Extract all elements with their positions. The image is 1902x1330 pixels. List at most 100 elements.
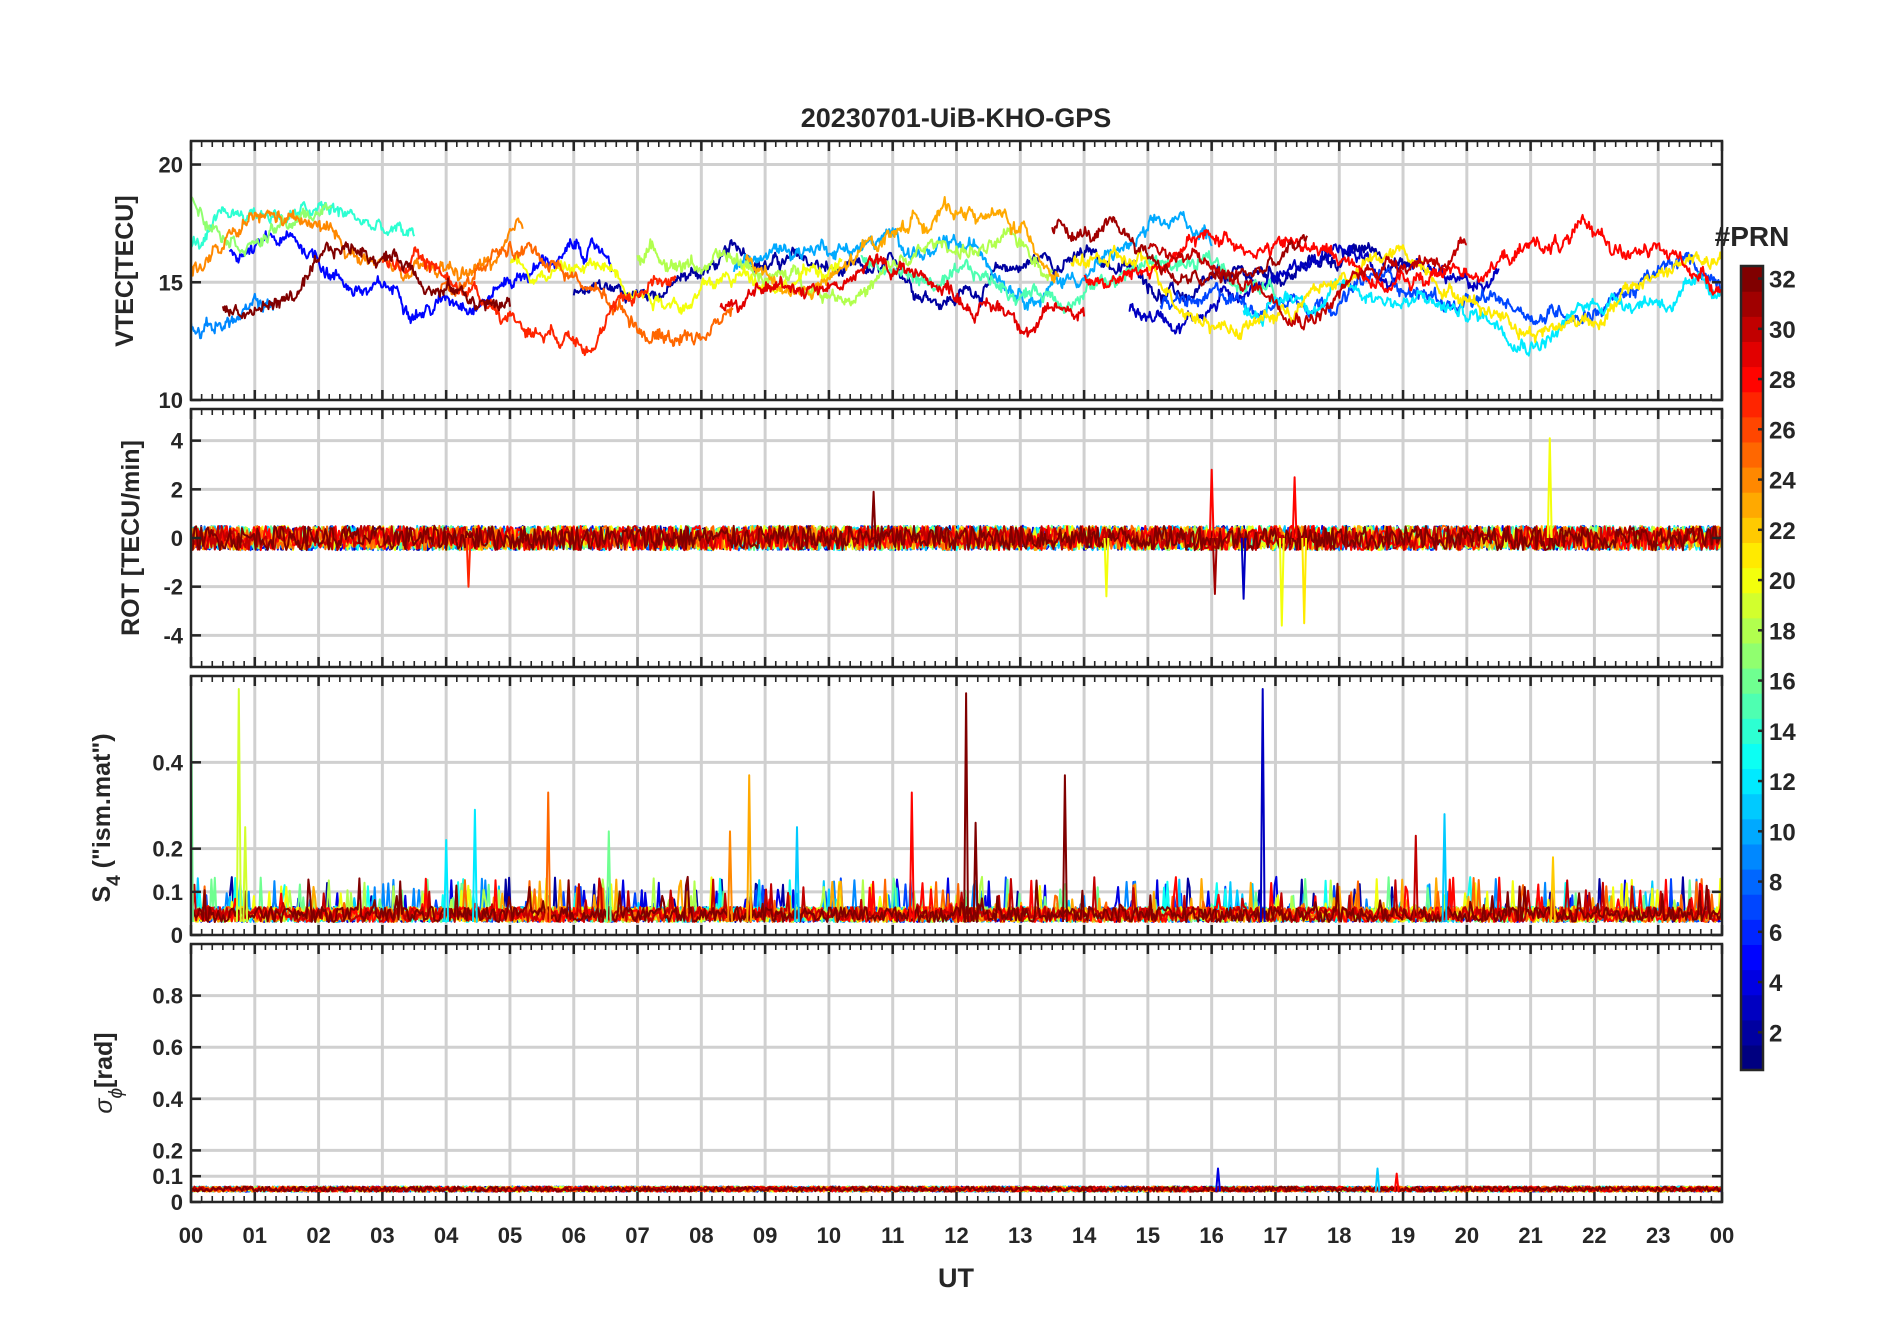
y-tick-label: 0.2	[152, 837, 183, 862]
x-tick-label: 15	[1136, 1223, 1160, 1248]
colorbar: 2468101214161820222426283032 #PRN	[1715, 221, 1796, 1072]
vtec-trace-prn-9	[191, 292, 275, 340]
x-tick-label: 23	[1646, 1223, 1670, 1248]
colorbar-tick-label: 30	[1769, 317, 1796, 344]
colorbar-tick-label: 6	[1769, 920, 1782, 947]
colorbar-tick-label: 16	[1769, 669, 1796, 696]
vtec-trace-prn-5	[228, 230, 613, 325]
vtec-trace-prn-27	[381, 246, 677, 357]
colorbar-band	[1741, 441, 1763, 468]
x-tick-label: 00	[179, 1223, 203, 1248]
panel-s4: 0 0.1 0.2 0.4 S4 ("ism.mat")	[88, 674, 1724, 948]
colorbar-band	[1741, 391, 1763, 418]
x-tick-label: 21	[1518, 1223, 1542, 1248]
x-tick-label: 19	[1391, 1223, 1415, 1248]
colorbar-band	[1741, 592, 1763, 619]
ylabel-sigma-subscript: ϕ	[106, 1088, 127, 1099]
x-tick-label: 04	[434, 1223, 459, 1248]
colorbar-band	[1741, 793, 1763, 820]
y-tick-label: 0	[171, 1190, 183, 1215]
ylabel-sigma: σϕ[rad]	[90, 1032, 127, 1113]
x-tick-label: 10	[817, 1223, 841, 1248]
s4-spike-prn-3	[1259, 688, 1266, 923]
x-tick-label: 08	[689, 1223, 713, 1248]
x-tick-label: 02	[306, 1223, 330, 1248]
x-tick-label: 11	[881, 1223, 904, 1248]
colorbar-tick-label: 2	[1769, 1020, 1782, 1047]
colorbar-bands	[1741, 266, 1763, 1071]
y-tick-label: 0	[171, 526, 183, 551]
y-tick-label: 0	[171, 923, 183, 948]
y-tick-label: 0.1	[152, 1164, 183, 1189]
ticks-sigma: 00.10.2 0.4 0.6 0.8	[152, 944, 1724, 1215]
y-tick-label: -2	[163, 575, 183, 600]
y-tick-label: 0.4	[152, 1087, 183, 1112]
y-tick-label: 2	[171, 477, 183, 502]
panel-sigma: 00.10.2 0.4 0.6 0.8 σϕ[rad]	[90, 942, 1724, 1215]
s4-spike-prn-32	[972, 821, 979, 923]
x-tick-label: 09	[753, 1223, 777, 1248]
x-tick-label: 22	[1582, 1223, 1606, 1248]
colorbar-band	[1741, 542, 1763, 569]
x-tick-label: 12	[944, 1223, 968, 1248]
colorbar-tick-label: 26	[1769, 417, 1796, 444]
colorbar-band	[1741, 341, 1763, 368]
colorbar-tick-label: 28	[1769, 367, 1796, 394]
ylabel-s4-subscript: 4	[104, 875, 125, 886]
x-tick-label: 05	[498, 1223, 522, 1248]
x-tick-label: 14	[1072, 1223, 1097, 1248]
panel-vtec: 10 15 20 VTEC[TECU]	[111, 139, 1724, 413]
colorbar-band	[1741, 291, 1763, 317]
colorbar-band	[1741, 994, 1763, 1021]
rot-spike-prn-21	[1301, 537, 1308, 625]
rot-spike-prn-20	[1278, 537, 1285, 627]
colorbar-tick-label: 20	[1769, 568, 1796, 595]
rot-spike-prn-20	[1546, 437, 1553, 539]
colorbar-tick-label: 8	[1769, 870, 1782, 897]
figure: 20230701-UiB-KHO-GPS 101520 VTEC[TECU] -…	[88, 103, 1796, 1293]
x-tick-label: 17	[1263, 1223, 1287, 1248]
x-axis-label: UT	[938, 1263, 974, 1293]
colorbar-band	[1741, 492, 1763, 518]
x-tick-label: 16	[1199, 1223, 1223, 1248]
ylabel-vtec: VTEC[TECU]	[111, 195, 139, 346]
colorbar-band	[1741, 693, 1763, 719]
ylabel-sigma-suffix: [rad]	[90, 1032, 118, 1088]
y-tick-label: -4	[163, 623, 183, 648]
y-tick-label: 0.6	[152, 1035, 183, 1060]
y-tick-label: 0.1	[152, 880, 183, 905]
colorbar-tick-label: 18	[1769, 618, 1796, 645]
colorbar-band	[1741, 743, 1763, 770]
ylabel-s4-suffix: ("ism.mat")	[88, 733, 116, 875]
vtec-trace-prn-24	[191, 209, 524, 282]
colorbar-band	[1741, 843, 1763, 870]
x-tick-label: 18	[1327, 1223, 1351, 1248]
ylabel-sigma-main: σ	[90, 1098, 118, 1114]
y-tick-label: 0.4	[152, 750, 183, 775]
s4-spike-prn-19	[235, 688, 242, 923]
x-tick-label: 13	[1008, 1223, 1032, 1248]
colorbar-band	[1741, 642, 1763, 669]
panel-rot: -4 -2 0 2 4 ROT [TECU/min]	[117, 407, 1724, 669]
colorbar-band	[1741, 1044, 1763, 1071]
x-tick-label: 00	[1710, 1223, 1734, 1248]
colorbar-tick-label: 32	[1769, 267, 1796, 294]
y-tick-label: 10	[159, 388, 183, 413]
colorbar-title: #PRN	[1715, 221, 1790, 252]
colorbar-tick-label: 4	[1769, 970, 1783, 997]
x-tick-label: 20	[1455, 1223, 1479, 1248]
x-tick-label: 06	[562, 1223, 586, 1248]
grid-sigma	[191, 944, 1722, 1202]
colorbar-tick-label: 10	[1769, 819, 1796, 846]
ylabel-s4: S4 ("ism.mat")	[88, 733, 125, 902]
colorbar-band	[1741, 894, 1763, 920]
ylabel-s4-main: S	[88, 886, 116, 903]
colorbar-tick-label: 24	[1769, 468, 1796, 495]
ylabel-rot: ROT [TECU/min]	[117, 440, 145, 636]
figure-title: 20230701-UiB-KHO-GPS	[801, 103, 1112, 133]
y-tick-label: 4	[171, 429, 184, 454]
y-tick-label: 20	[159, 153, 183, 178]
y-tick-label: 0.8	[152, 984, 183, 1009]
x-tick-label: 03	[370, 1223, 394, 1248]
y-tick-label: 15	[159, 270, 183, 295]
